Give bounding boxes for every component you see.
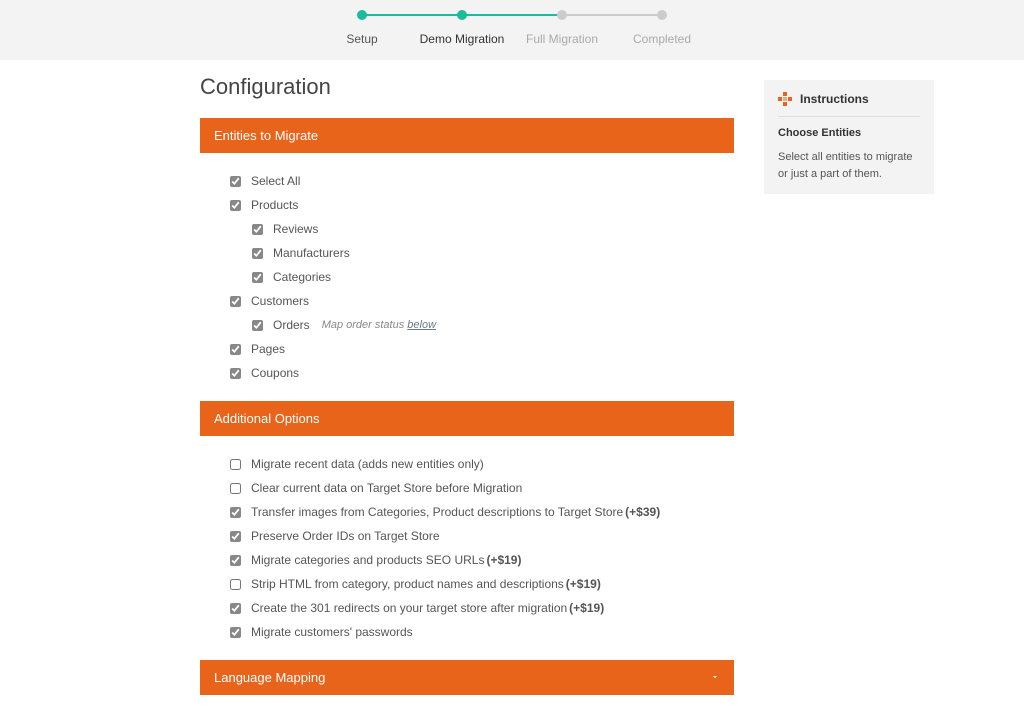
entity-checkbox[interactable] xyxy=(230,368,241,379)
section-header-entities: Entities to Migrate xyxy=(200,118,734,153)
entity-option: Manufacturers xyxy=(230,241,724,265)
option-price: (+$19) xyxy=(486,553,521,567)
option-price: (+$39) xyxy=(625,505,660,519)
instructions-icon xyxy=(778,92,792,106)
step-connector xyxy=(462,14,562,16)
option-checkbox[interactable] xyxy=(230,555,241,566)
entity-option: Coupons xyxy=(230,361,724,385)
option-row: Migrate categories and products SEO URLs… xyxy=(230,548,724,572)
entity-option: Customers xyxy=(230,289,724,313)
step-label: Setup xyxy=(346,32,377,46)
step-label: Completed xyxy=(633,32,691,46)
option-label: Transfer images from Categories, Product… xyxy=(251,505,623,519)
option-checkbox[interactable] xyxy=(230,507,241,518)
entity-label: Products xyxy=(251,198,298,212)
section-body-entities: Select All Products Reviews Manufacturers Ca… xyxy=(200,153,734,401)
step-circle-icon xyxy=(457,10,467,20)
step-connector xyxy=(562,14,662,16)
entity-option: Products xyxy=(230,193,724,217)
option-checkbox[interactable] xyxy=(230,483,241,494)
entity-checkbox[interactable] xyxy=(252,248,263,259)
option-checkbox[interactable] xyxy=(230,459,241,470)
entity-note-link[interactable]: below xyxy=(407,319,436,331)
section-title: Language Mapping xyxy=(214,670,325,685)
entity-label: Coupons xyxy=(251,366,299,380)
instructions-title: Instructions xyxy=(800,92,869,106)
entity-label: Reviews xyxy=(273,222,318,236)
section-body-options: Migrate recent data (adds new entities o… xyxy=(200,436,734,660)
progress-bar: Setup Demo Migration Full Migration Complet… xyxy=(0,0,1024,60)
entity-checkbox[interactable] xyxy=(230,344,241,355)
option-row: Create the 301 redirects on your target … xyxy=(230,596,724,620)
instructions-text: Select all entities to migrate or just a… xyxy=(778,149,920,182)
instructions-panel: Instructions Choose Entities Select all … xyxy=(764,80,934,194)
section-title: Entities to Migrate xyxy=(214,128,318,143)
step-circle-icon xyxy=(357,10,367,20)
entity-checkbox[interactable] xyxy=(230,200,241,211)
entity-checkbox[interactable] xyxy=(230,176,241,187)
option-label: Migrate customers' passwords xyxy=(251,625,413,639)
section-header-language[interactable]: Language Mapping xyxy=(200,660,734,695)
option-row: Clear current data on Target Store befor… xyxy=(230,476,724,500)
option-checkbox[interactable] xyxy=(230,603,241,614)
option-label: Create the 301 redirects on your target … xyxy=(251,601,567,615)
option-row: Transfer images from Categories, Product… xyxy=(230,500,724,524)
entity-label: Manufacturers xyxy=(273,246,350,260)
option-row: Preserve Order IDs on Target Store xyxy=(230,524,724,548)
entity-checkbox[interactable] xyxy=(230,296,241,307)
option-price: (+$19) xyxy=(569,601,604,615)
step-connector xyxy=(362,14,462,16)
main-content: Configuration Entities to Migrate Select… xyxy=(200,74,734,695)
entity-checkbox[interactable] xyxy=(252,224,263,235)
option-label: Migrate recent data (adds new entities o… xyxy=(251,457,484,471)
option-row: Migrate customers' passwords xyxy=(230,620,724,644)
option-checkbox[interactable] xyxy=(230,579,241,590)
entity-label: Pages xyxy=(251,342,285,356)
option-checkbox[interactable] xyxy=(230,627,241,638)
option-label: Preserve Order IDs on Target Store xyxy=(251,529,440,543)
entity-option: Select All xyxy=(230,169,724,193)
entity-checkbox[interactable] xyxy=(252,320,263,331)
progress-step[interactable]: Setup xyxy=(312,10,412,46)
option-label: Strip HTML from category, product names … xyxy=(251,577,564,591)
entity-label: Categories xyxy=(273,270,331,284)
step-circle-icon xyxy=(657,10,667,20)
entity-option: Pages xyxy=(230,337,724,361)
entity-label: Customers xyxy=(251,294,309,308)
sidebar: Instructions Choose Entities Select all … xyxy=(764,74,934,194)
step-label: Full Migration xyxy=(526,32,598,46)
step-label: Demo Migration xyxy=(420,32,505,46)
option-row: Strip HTML from category, product names … xyxy=(230,572,724,596)
entity-label: Select All xyxy=(251,174,300,188)
section-title: Additional Options xyxy=(214,411,320,426)
option-row: Migrate recent data (adds new entities o… xyxy=(230,452,724,476)
instructions-subtitle: Choose Entities xyxy=(778,127,920,139)
entity-checkbox[interactable] xyxy=(252,272,263,283)
entity-label: Orders xyxy=(273,318,310,332)
option-checkbox[interactable] xyxy=(230,531,241,542)
entity-option: Categories xyxy=(230,265,724,289)
chevron-down-icon xyxy=(710,670,720,685)
entity-option: Reviews xyxy=(230,217,724,241)
option-label: Migrate categories and products SEO URLs xyxy=(251,553,484,567)
entity-note: Map order status below xyxy=(322,319,436,331)
entity-option: Orders Map order status below xyxy=(230,313,724,337)
option-label: Clear current data on Target Store befor… xyxy=(251,481,522,495)
page-title: Configuration xyxy=(200,74,734,100)
step-circle-icon xyxy=(557,10,567,20)
option-price: (+$19) xyxy=(566,577,601,591)
section-header-options: Additional Options xyxy=(200,401,734,436)
